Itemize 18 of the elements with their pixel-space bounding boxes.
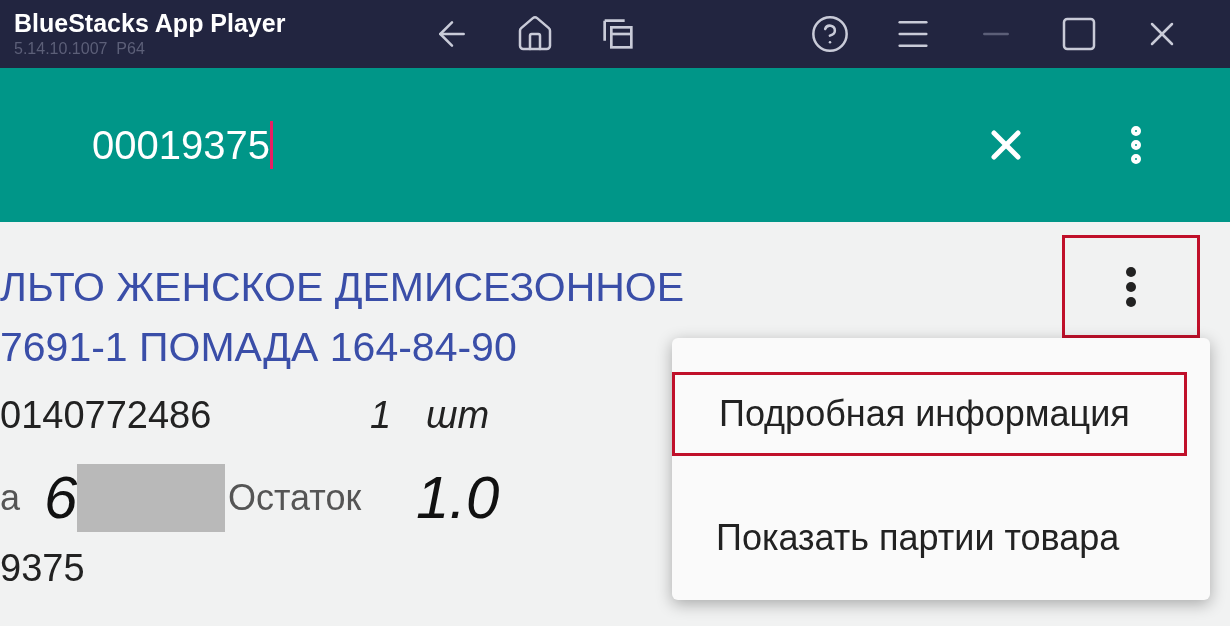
barcode-text: 0140772486 <box>0 393 213 438</box>
item-menu-button[interactable] <box>1062 235 1200 338</box>
product-title: ЛЬТО ЖЕНСКОЕ ДЕМИСЕЗОННОЕ <box>0 263 685 312</box>
menu-item[interactable]: Показать партии товара <box>672 496 1187 580</box>
product-title: 7691-1 ПОМАДА 164-84-90 <box>0 323 517 372</box>
price-label: а <box>0 476 22 520</box>
code-text: 9375 <box>0 546 85 591</box>
kebab-icon <box>1126 266 1136 307</box>
search-field[interactable]: 00019375 <box>92 115 952 175</box>
help-icon[interactable] <box>810 14 850 54</box>
stock-value: 1.0 <box>416 463 500 533</box>
version-label: 5.14.10.1007 P64 <box>14 39 146 59</box>
window-title: BlueStacks App Player <box>14 8 287 38</box>
unit-text: шт <box>426 393 490 438</box>
stock-label: Остаток <box>228 476 363 520</box>
menu-item[interactable]: Подробная информация <box>672 372 1187 456</box>
price-value: 6 <box>44 463 78 533</box>
quantity-text: 1 <box>370 393 393 438</box>
